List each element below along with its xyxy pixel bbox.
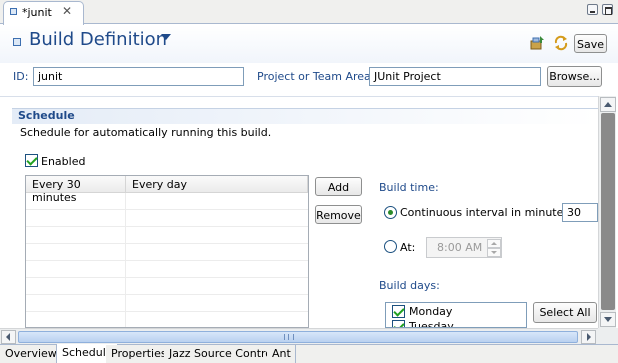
scroll-right-button[interactable] [581,330,596,344]
build-time-label: Build time: [379,181,439,194]
build-definition-icon [13,38,21,46]
scroll-grip-icon [284,334,294,340]
table-row[interactable] [26,227,308,244]
horizontal-scroll-thumb[interactable] [18,331,578,343]
horizontal-scrollbar[interactable] [0,328,598,344]
section-title[interactable]: Schedule [18,109,75,122]
schedule-table[interactable]: Every 30 minutes Every day [25,175,309,328]
page-tabs: Overview Schedule Properties Jazz Source… [0,344,618,363]
select-all-button[interactable]: Select All [533,302,597,323]
editor-tab-junit[interactable]: *junit ✕ [3,1,84,25]
project-area-label: Project or Team Area: [257,70,375,83]
at-label: At: [400,241,416,254]
column-header-every-30-minutes[interactable]: Every 30 minutes [26,176,126,204]
table-row[interactable] [26,244,308,261]
section-description: Schedule for automatically running this … [20,126,272,139]
build-days-label: Build days: [379,279,440,292]
at-time-value: 8:00 AM [437,241,483,254]
continuous-radio[interactable] [384,206,397,219]
scroll-left-button[interactable] [1,330,16,344]
tab-overview[interactable]: Overview [0,345,62,363]
refresh-icon[interactable] [553,35,569,51]
spin-down-icon[interactable] [487,248,501,257]
chevron-down-icon[interactable] [161,34,171,40]
add-button[interactable]: Add [315,177,362,196]
minimize-button[interactable] [587,4,598,15]
editor-tab-title: *junit [22,6,52,19]
editor-tab-strip [0,0,618,24]
table-row[interactable] [26,295,308,312]
day-label-monday: Monday [409,305,453,318]
build-definition-icon [10,8,17,15]
section-header [12,108,598,124]
build-days-list[interactable]: Monday Tuesday [385,302,527,328]
scroll-down-button[interactable] [600,312,616,327]
day-checkbox-tuesday[interactable] [392,320,405,327]
at-time-spinner[interactable]: 8:00 AM [426,237,502,258]
table-row[interactable] [26,193,308,210]
save-button[interactable]: Save [574,34,607,53]
day-label-tuesday: Tuesday [409,320,454,328]
page-title: Build Definition [29,29,168,50]
table-row[interactable] [26,210,308,227]
interval-minutes-field[interactable]: 30 [562,203,598,222]
scroll-corner [598,328,618,344]
table-row[interactable] [26,312,308,327]
tab-jazz-source-control[interactable]: Jazz Source Control [164,345,281,363]
vertical-scrollbar[interactable] [598,96,616,328]
continuous-label: Continuous interval in minutes: [400,206,573,219]
request-build-icon[interactable] [529,35,545,51]
day-checkbox-monday[interactable] [392,305,405,318]
browse-button[interactable]: Browse... [547,66,602,87]
id-field[interactable]: junit [33,67,244,86]
table-row[interactable] [26,278,308,295]
id-label: ID: [13,70,29,83]
vertical-scroll-thumb[interactable] [601,113,615,310]
tab-properties[interactable]: Properties [106,345,172,363]
remove-button[interactable]: Remove [315,205,362,224]
table-row[interactable] [26,261,308,278]
project-area-field[interactable]: JUnit Project [369,67,541,86]
at-radio[interactable] [384,240,397,253]
column-header-every-day[interactable]: Every day [126,176,308,193]
enabled-label: Enabled [41,155,86,168]
spin-up-icon[interactable] [487,239,501,248]
tab-ant[interactable]: Ant [267,345,296,363]
scroll-up-button[interactable] [600,97,616,112]
maximize-button[interactable] [602,4,613,15]
enabled-checkbox[interactable] [25,154,38,167]
close-icon[interactable]: ✕ [62,4,72,18]
